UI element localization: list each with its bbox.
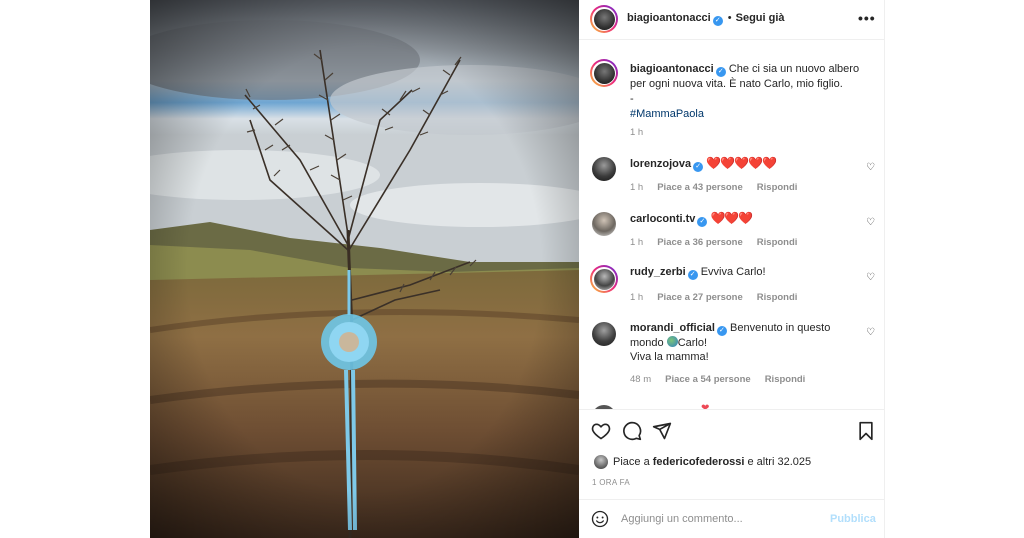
comment-likes-link[interactable]: Piace a 36 persone: [657, 237, 743, 248]
verified-badge-icon: ✓: [712, 16, 723, 26]
comment-text: Viva la mamma!: [630, 351, 709, 363]
comment-username[interactable]: carloconti.tv: [630, 213, 695, 225]
separator-dot: •: [727, 12, 732, 24]
comments-scroll-area[interactable]: biagioantonacci ✓ Che ci sia un nuovo alb…: [579, 41, 885, 409]
comment-avatar-carloconti[interactable]: [592, 212, 616, 236]
reply-button[interactable]: Rispondi: [757, 292, 798, 303]
comment-meta: 48 m Piace a 54 persone Rispondi: [630, 374, 805, 385]
like-comment-heart-icon[interactable]: ♡: [866, 217, 875, 228]
comment-text: Evviva Carlo!: [700, 266, 766, 278]
comment-input[interactable]: Aggiungi un commento...: [621, 513, 743, 525]
reply-button[interactable]: Rispondi: [765, 374, 806, 385]
header-user-line: biagioantonacci ✓ • Segui già: [627, 12, 785, 26]
emoji-picker-icon[interactable]: [591, 510, 609, 528]
verified-badge-icon: ✓: [715, 67, 726, 77]
comment-text: Carlo!: [677, 337, 708, 349]
comment-meta: 1 h Piace a 27 persone Rispondi: [630, 292, 797, 303]
post-details-panel: biagioantonacci ✓ • Segui già ••• biagioant…: [579, 0, 885, 538]
comment-carloconti: carloconti.tv ✓ ❤️❤️❤️: [630, 211, 753, 227]
comment-text: Benvenuto in questo: [730, 322, 831, 334]
caption-time: 1 h: [630, 127, 644, 138]
add-comment-bar: Aggiungi un commento... Pubblica: [579, 499, 885, 538]
comment-username[interactable]: morandi_official: [630, 322, 715, 334]
like-heart-icon[interactable]: [591, 421, 611, 441]
post-age: 1 ORA FA: [592, 478, 630, 487]
more-options-icon[interactable]: •••: [858, 10, 876, 26]
comment-time: 1 h: [630, 237, 644, 248]
likes-summary[interactable]: Piace a federicofederossi e altri 32.025: [613, 456, 811, 468]
author-avatar[interactable]: [590, 5, 618, 33]
comment-time: 1 h: [630, 292, 644, 303]
verified-badge-icon: ✓: [697, 217, 708, 227]
reply-button[interactable]: Rispondi: [757, 237, 798, 248]
caption-separator: -: [630, 93, 634, 105]
comment-avatar-lorenzojova[interactable]: [592, 157, 616, 181]
comment-morandi: morandi_official ✓ Benvenuto in questo mo…: [630, 321, 860, 364]
comment-avatar-morandi[interactable]: [592, 322, 616, 346]
verified-badge-icon: ✓: [693, 162, 704, 172]
likes-prefix: Piace a: [613, 456, 653, 468]
verified-badge-icon: ✓: [687, 270, 698, 280]
comment-avatar-rudyzerbi[interactable]: [590, 265, 618, 293]
comment-lorenzojova: lorenzojova ✓ ❤️❤️❤️❤️❤️: [630, 156, 777, 172]
publish-button[interactable]: Pubblica: [830, 513, 876, 525]
author-username[interactable]: biagioantonacci: [627, 12, 711, 24]
follow-status-button[interactable]: Segui già: [736, 12, 785, 24]
comment-time: 48 m: [630, 374, 652, 385]
comment-bubble-icon[interactable]: [622, 421, 642, 441]
comment-likes-link[interactable]: Piace a 54 persone: [665, 374, 751, 385]
post-caption: biagioantonacci ✓ Che ci sia un nuovo alb…: [630, 62, 875, 122]
verified-badge-icon: ✓: [716, 326, 727, 336]
like-comment-heart-icon[interactable]: ♡: [866, 162, 875, 173]
caption-avatar[interactable]: [590, 59, 618, 87]
comment-text: mondo: [630, 337, 667, 349]
comment-meta: 1 h Piace a 36 persone Rispondi: [630, 237, 797, 248]
comment-username[interactable]: lorenzojova: [630, 158, 691, 170]
likes-count[interactable]: e altri 32.025: [744, 456, 812, 468]
comment-likes-link[interactable]: Piace a 27 persone: [657, 292, 743, 303]
globe-emoji-icon: [666, 336, 678, 347]
reply-button[interactable]: Rispondi: [757, 182, 798, 193]
comment-likes-link[interactable]: Piace a 43 persone: [657, 182, 743, 193]
comment-text: ❤️❤️❤️❤️❤️: [706, 156, 777, 170]
save-bookmark-icon[interactable]: [857, 421, 875, 441]
comment-rudyzerbi: rudy_zerbi ✓ Evviva Carlo!: [630, 266, 766, 280]
olive-tree-photo: [150, 0, 579, 538]
comment-meta: 1 h Piace a 43 persone Rispondi: [630, 182, 797, 193]
caption-username[interactable]: biagioantonacci: [630, 63, 714, 75]
liker-avatar[interactable]: [594, 455, 608, 469]
comment-time: 1 h: [630, 182, 644, 193]
post-photo[interactable]: [150, 0, 579, 538]
like-comment-heart-icon[interactable]: ♡: [866, 272, 875, 283]
post-actions: Piace a federicofederossi e altri 32.025…: [579, 409, 885, 499]
comment-username[interactable]: rudy_zerbi: [630, 266, 686, 278]
liker-username[interactable]: federicofederossi: [653, 456, 745, 468]
hashtag-link[interactable]: #MammaPaola: [630, 108, 704, 120]
comment-text: ❤️❤️❤️: [710, 211, 753, 225]
post-header: biagioantonacci ✓ • Segui già •••: [579, 0, 885, 40]
share-send-icon[interactable]: [652, 421, 672, 441]
like-comment-heart-icon[interactable]: ♡: [866, 327, 875, 338]
